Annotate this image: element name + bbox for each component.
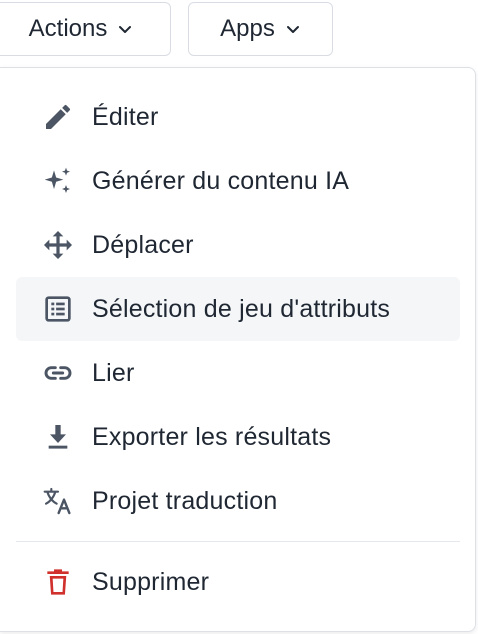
pencil-icon	[42, 101, 74, 133]
menu-item-label: Générer du contenu IA	[92, 166, 350, 195]
move-arrows-icon	[42, 229, 74, 261]
download-icon	[42, 421, 74, 453]
menu-item-translation-project[interactable]: Projet traduction	[16, 469, 460, 533]
menu-item-label: Projet traduction	[92, 486, 278, 515]
chevron-down-icon	[119, 26, 132, 33]
actions-dropdown-button[interactable]: Actions	[0, 2, 171, 56]
menu-item-edit[interactable]: Éditer	[16, 85, 460, 149]
menu-divider	[16, 541, 460, 542]
actions-button-label: Actions	[28, 15, 108, 42]
menu-item-link[interactable]: Lier	[16, 341, 460, 405]
menu-item-generate-ai[interactable]: Générer du contenu IA	[16, 149, 460, 213]
menu-item-label: Déplacer	[92, 230, 194, 259]
menu-item-export[interactable]: Exporter les résultats	[16, 405, 460, 469]
link-icon	[42, 357, 74, 389]
translate-icon	[42, 485, 74, 517]
menu-item-delete[interactable]: Supprimer	[16, 550, 460, 614]
menu-item-label: Supprimer	[92, 567, 210, 596]
sparkles-icon	[42, 165, 74, 197]
menu-item-label: Lier	[92, 358, 135, 387]
menu-item-label: Exporter les résultats	[92, 422, 332, 451]
chevron-down-icon	[286, 26, 299, 33]
toolbar: Actions Apps	[0, 0, 478, 58]
menu-item-label: Éditer	[92, 102, 159, 131]
menu-item-label: Sélection de jeu d'attributs	[92, 294, 391, 323]
menu-item-move[interactable]: Déplacer	[16, 213, 460, 277]
list-box-icon	[42, 293, 74, 325]
apps-button-label: Apps	[220, 15, 275, 42]
actions-menu: Éditer Générer du contenu IA Déplacer Sé…	[0, 67, 476, 632]
trash-icon	[42, 566, 74, 598]
menu-item-attribute-set[interactable]: Sélection de jeu d'attributs	[16, 277, 460, 341]
apps-dropdown-button[interactable]: Apps	[188, 2, 333, 56]
